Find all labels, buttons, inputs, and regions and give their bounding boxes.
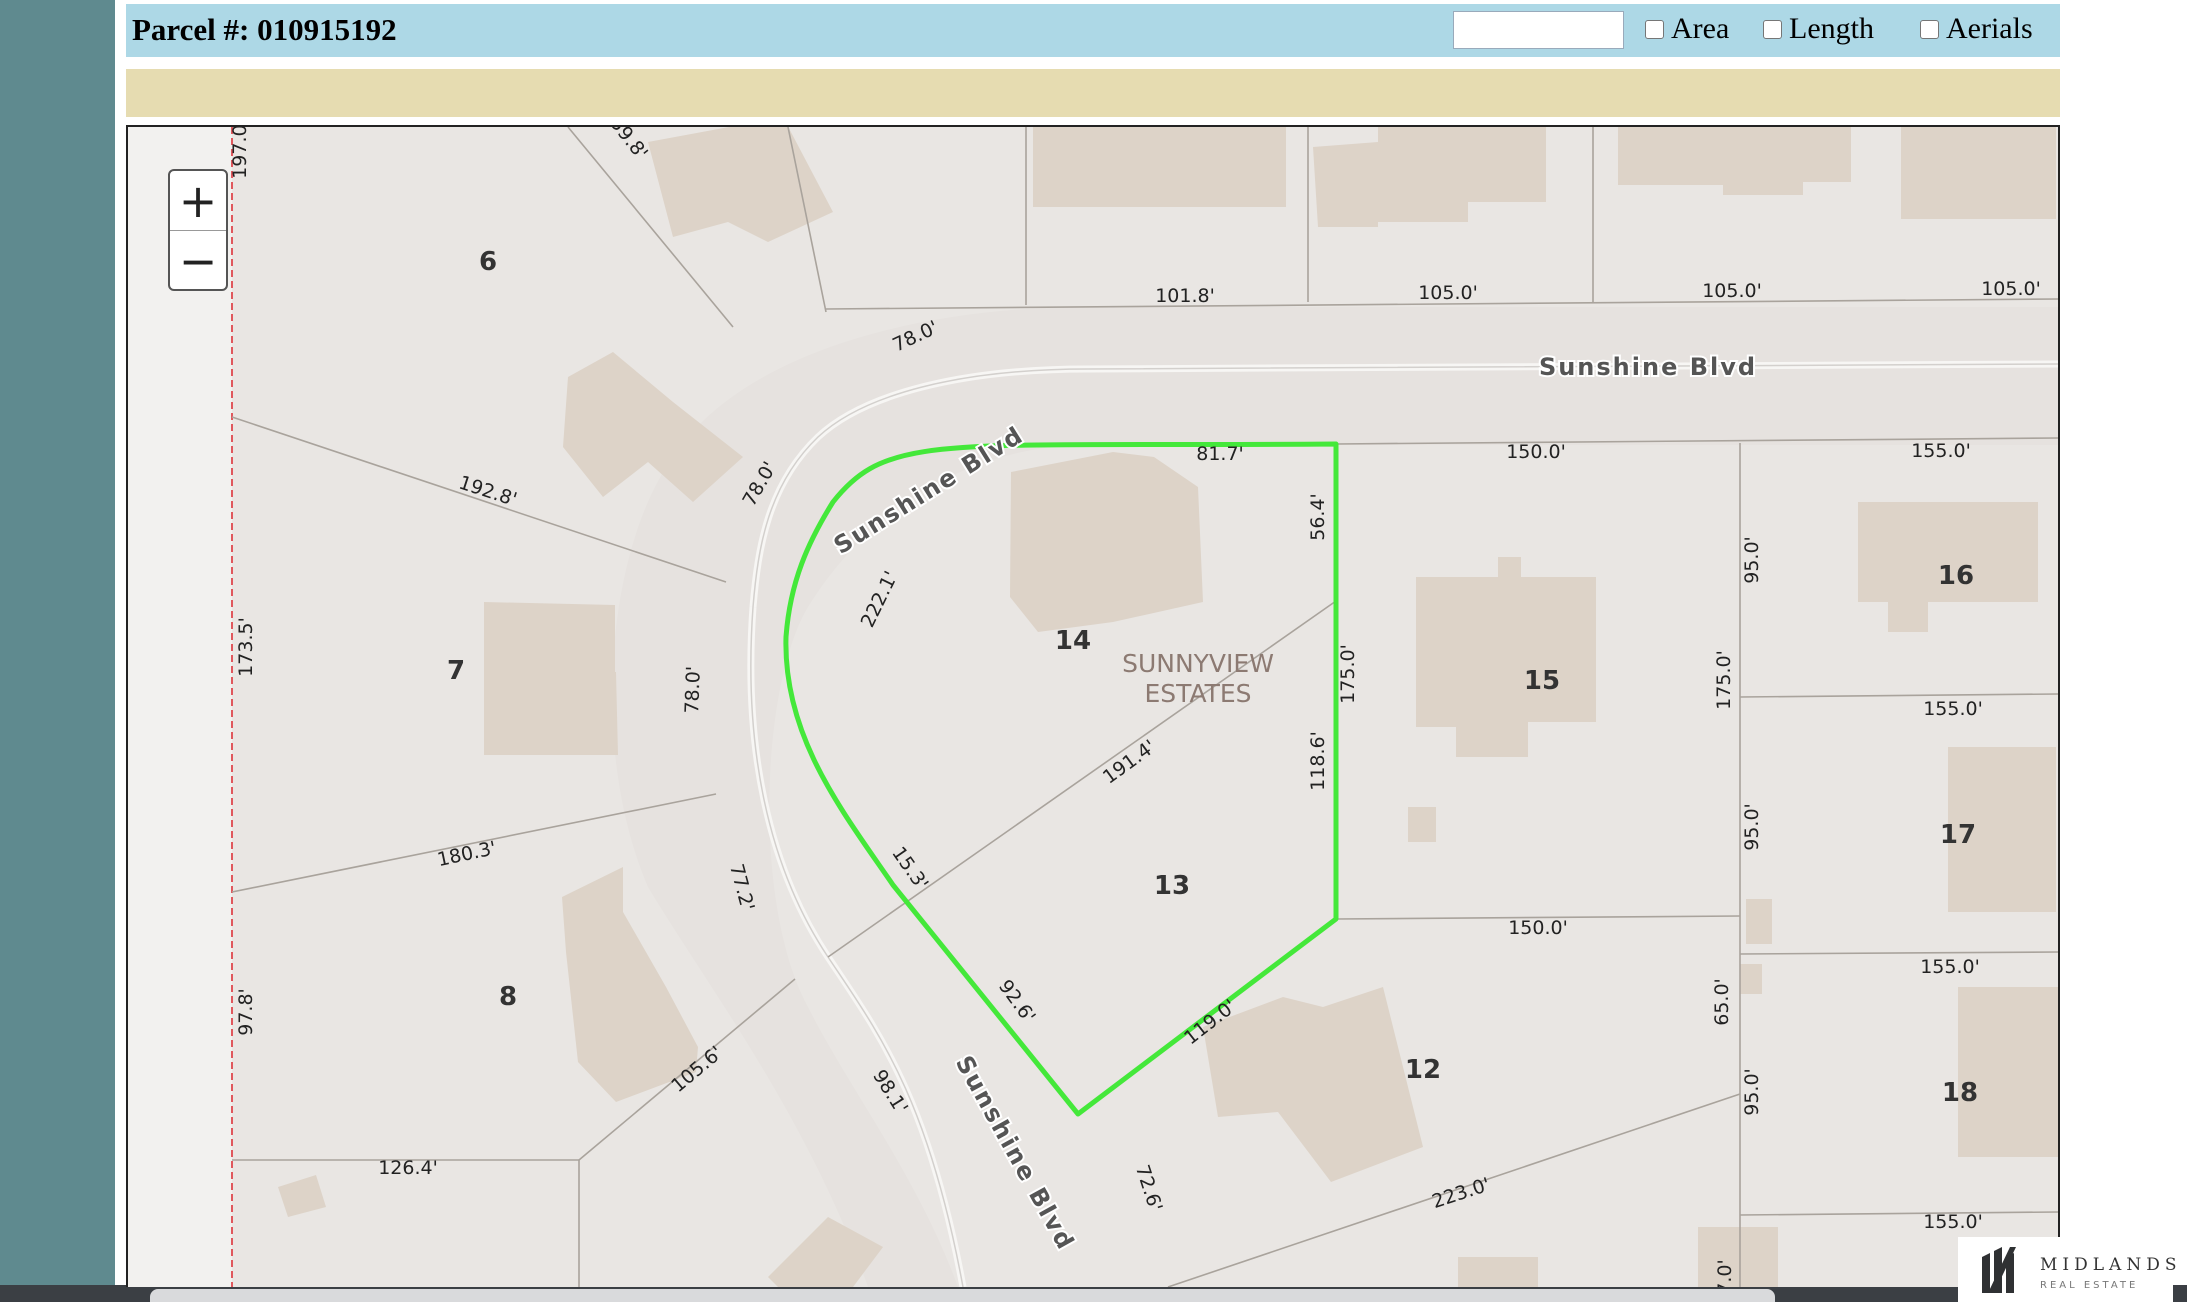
dimension-label: 150.0' xyxy=(1508,917,1568,939)
midlands-logo-icon xyxy=(1982,1247,2016,1293)
dimension-label: 180.3' xyxy=(435,837,498,871)
aerials-toggle[interactable]: Aerials xyxy=(1920,12,2033,46)
logo-name: MIDLANDS xyxy=(2040,1255,2182,1275)
street-label-1: Sunshine Blvd xyxy=(1539,353,1757,381)
midlands-logo: MIDLANDS REAL ESTATE xyxy=(1958,1237,2176,1302)
dimension-label: 150.0' xyxy=(1506,441,1566,463)
dimension-label: 105.0' xyxy=(1981,278,2041,300)
dimension-label: 155.0' xyxy=(1923,698,1983,720)
aerials-checkbox[interactable] xyxy=(1920,19,1939,39)
area-checkbox[interactable] xyxy=(1645,19,1664,39)
logo-subtitle: REAL ESTATE xyxy=(2040,1280,2139,1291)
length-label: Length xyxy=(1789,12,1874,45)
dimension-label: 223.0' xyxy=(1429,1174,1493,1213)
dimension-label: 155.0' xyxy=(1920,956,1980,978)
zoom-control: + − xyxy=(168,169,228,291)
zoom-in-button[interactable]: + xyxy=(170,171,226,230)
aerials-label: Aerials xyxy=(1946,12,2033,45)
dimension-label: 101.8' xyxy=(1155,285,1215,307)
lot-number: 14 xyxy=(1055,626,1091,656)
dimension-label: 118.6' xyxy=(1307,731,1329,791)
zoom-out-button[interactable]: − xyxy=(170,230,226,290)
dimension-label: 126.4' xyxy=(378,1157,438,1179)
parcel-header: Parcel #: 010915192 Area Length Aerials xyxy=(126,4,2060,57)
dimension-label: 81.7' xyxy=(1196,443,1244,465)
area-toggle[interactable]: Area xyxy=(1645,12,1729,46)
west-strip xyxy=(128,127,232,1287)
dimension-label: 175.0' xyxy=(1337,644,1359,704)
dimension-label: 65.0' xyxy=(1711,978,1733,1026)
dimension-label: 191.4' xyxy=(1099,736,1160,789)
lot-number: 15 xyxy=(1524,666,1560,696)
dimension-label: 155.0' xyxy=(1923,1211,1983,1233)
info-bar xyxy=(126,69,2060,117)
dimension-label: 95.0' xyxy=(1741,536,1763,584)
dimension-label: 59.8' xyxy=(605,127,652,164)
area-label: Area xyxy=(1671,12,1730,45)
subdivision-name-line1: SUNNYVIEW xyxy=(1122,649,1274,678)
dimension-label: 175.0' xyxy=(1713,650,1735,710)
dimension-label: 7.0' xyxy=(1714,1259,1736,1287)
search-input[interactable] xyxy=(1453,11,1624,49)
parcel-map[interactable]: Sunshine Blvd Sunshine Blvd Sunshine Blv… xyxy=(126,125,2060,1287)
lot-number: 8 xyxy=(499,982,517,1012)
lot-number: 17 xyxy=(1940,820,1976,850)
dimension-label: 97.8' xyxy=(235,988,257,1036)
dimension-label: 72.6' xyxy=(1131,1162,1167,1214)
lot-number: 6 xyxy=(479,247,497,277)
dimension-label: 222.1' xyxy=(857,568,903,631)
map-canvas[interactable]: Sunshine Blvd Sunshine Blvd Sunshine Blv… xyxy=(128,127,2058,1287)
length-toggle[interactable]: Length xyxy=(1763,12,1874,46)
street-label-3: Sunshine Blvd xyxy=(950,1051,1080,1255)
dimension-label: 155.0' xyxy=(1911,440,1971,462)
dimension-label: 95.0' xyxy=(1741,1068,1763,1116)
lot-number: 13 xyxy=(1154,871,1190,901)
left-rail xyxy=(0,0,115,1285)
dimension-label: 197.0' xyxy=(229,127,251,179)
dimension-label: 95.0' xyxy=(1741,803,1763,851)
lot-number: 12 xyxy=(1405,1055,1441,1085)
length-checkbox[interactable] xyxy=(1763,19,1782,39)
dimension-label: 78.0' xyxy=(681,666,705,714)
lot-number: 7 xyxy=(447,656,465,686)
lot-number: 16 xyxy=(1938,561,1974,591)
bottom-scrollbar[interactable] xyxy=(150,1289,1775,1302)
dimension-label: 192.8' xyxy=(456,472,520,511)
dimension-label: 105.0' xyxy=(1702,280,1762,302)
dimension-label: 173.5' xyxy=(235,617,257,677)
lot-number: 18 xyxy=(1942,1078,1978,1108)
subdivision-name-line2: ESTATES xyxy=(1144,679,1251,708)
dimension-label: 56.4' xyxy=(1307,493,1329,541)
dimension-label: 105.0' xyxy=(1418,282,1478,304)
parcel-title: Parcel #: 010915192 xyxy=(132,12,397,47)
